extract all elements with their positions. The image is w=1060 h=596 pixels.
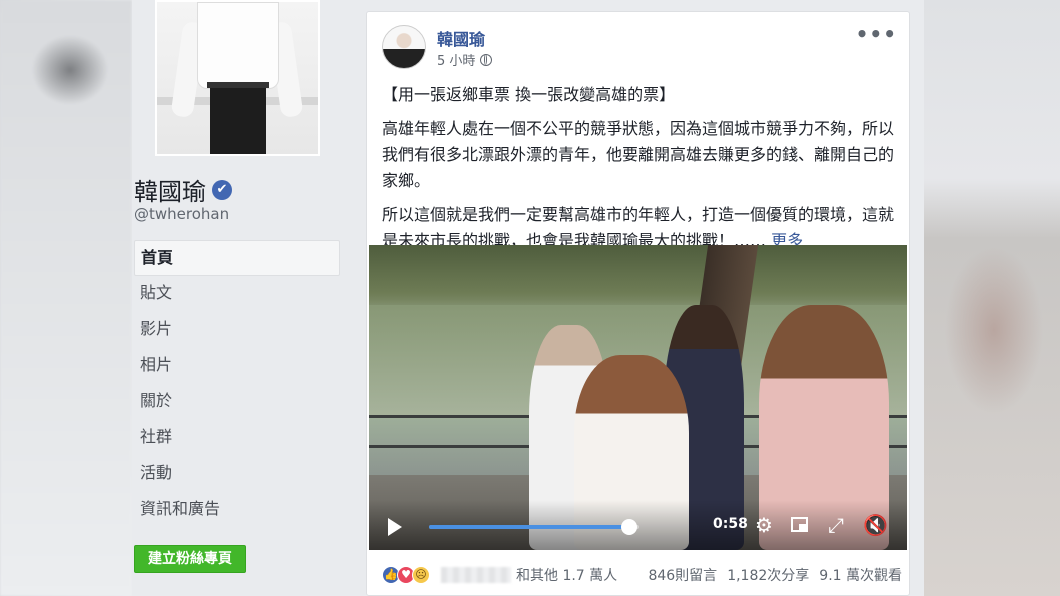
post-timestamp: 5 小時 [437, 50, 493, 69]
profile-photo[interactable] [155, 0, 320, 156]
video-scene-trees [369, 245, 907, 305]
blurred-right-edge [924, 0, 1060, 596]
post-paragraph-2-text: 所以這個就是我們一定要幫高雄市的年輕人，打造一個優質的環境，這就是未來市長的挑戰… [382, 205, 895, 250]
nav-item-photos[interactable]: 相片 [134, 348, 340, 384]
blurred-reactor-names [441, 567, 511, 583]
nav-item-videos[interactable]: 影片 [134, 312, 340, 348]
nav-item-posts[interactable]: 貼文 [134, 276, 340, 312]
photo-pants [210, 84, 266, 154]
post-stats: 846則留言 1,182次分享 9.1 萬次觀看 [648, 565, 902, 585]
view-count[interactable]: 9.1 萬次觀看 [819, 565, 902, 585]
nav-item-home[interactable]: 首頁 [134, 240, 340, 276]
page-handle[interactable]: @twherohan [134, 205, 229, 223]
picture-in-picture-icon[interactable] [789, 514, 811, 536]
post-card: 韓國瑜 5 小時 ••• 【用一張返鄉車票 換一張改變高雄的票】 高雄年輕人處在… [366, 11, 910, 596]
author-avatar[interactable] [382, 25, 426, 69]
more-options-icon[interactable]: ••• [856, 22, 897, 46]
photo-shirt [197, 2, 279, 89]
create-page-button[interactable]: 建立粉絲專頁 [134, 545, 246, 573]
video-current-time: 0:58 [713, 516, 748, 532]
verified-check-icon: ✔ [212, 179, 232, 200]
nav-item-events[interactable]: 活動 [134, 456, 340, 492]
blurred-left-edge [0, 0, 132, 596]
nav-item-about[interactable]: 關於 [134, 384, 340, 420]
muted-speaker-icon[interactable]: 🔇 [863, 514, 888, 536]
video-controls: 0:58 ⚙ ⤢ 🔇 [369, 500, 907, 550]
nav-item-info-ads[interactable]: 資訊和廣告 [134, 492, 340, 528]
page-nav: 首頁 貼文 影片 相片 關於 社群 活動 資訊和廣告 [134, 240, 340, 528]
reaction-count[interactable]: 和其他 1.7 萬人 [516, 565, 617, 585]
video-player[interactable]: 0:58 ⚙ ⤢ 🔇 [369, 245, 907, 550]
settings-gear-icon[interactable]: ⚙ [753, 514, 775, 536]
video-progress-fill [429, 525, 629, 529]
comment-count[interactable]: 846則留言 [648, 565, 717, 585]
page-title: 韓國瑜 ✔ [134, 172, 232, 207]
post-time-text[interactable]: 5 小時 [437, 50, 475, 69]
post-author[interactable]: 韓國瑜 [437, 26, 485, 50]
post-body: 【用一張返鄉車票 換一張改變高雄的票】 高雄年輕人處在一個不公平的競爭狀態，因為… [382, 82, 902, 262]
page-name-text: 韓國瑜 [134, 178, 206, 206]
nav-item-community[interactable]: 社群 [134, 420, 340, 456]
share-count[interactable]: 1,182次分享 [727, 565, 809, 585]
page-sidebar: 韓國瑜 ✔ @twherohan 首頁 貼文 影片 相片 關於 社群 活動 資訊… [132, 0, 352, 596]
post-headline: 【用一張返鄉車票 換一張改變高雄的票】 [382, 85, 676, 104]
sad-reaction-icon: ☹ [412, 566, 430, 584]
photo-belt [207, 82, 269, 88]
globe-icon [480, 53, 493, 66]
reaction-icons[interactable]: 👍 ♥ ☹ [382, 566, 430, 584]
video-progress-bar[interactable] [429, 519, 639, 535]
post-paragraph-1: 高雄年輕人處在一個不公平的競爭狀態，因為這個城市競爭力不夠，所以我們有很多北漂跟… [382, 119, 895, 190]
post-footer: 👍 ♥ ☹ 和其他 1.7 萬人 846則留言 1,182次分享 9.1 萬次觀… [382, 563, 902, 587]
fullscreen-icon[interactable]: ⤢ [825, 514, 847, 536]
play-icon[interactable] [388, 518, 402, 536]
video-progress-knob[interactable] [620, 519, 637, 535]
